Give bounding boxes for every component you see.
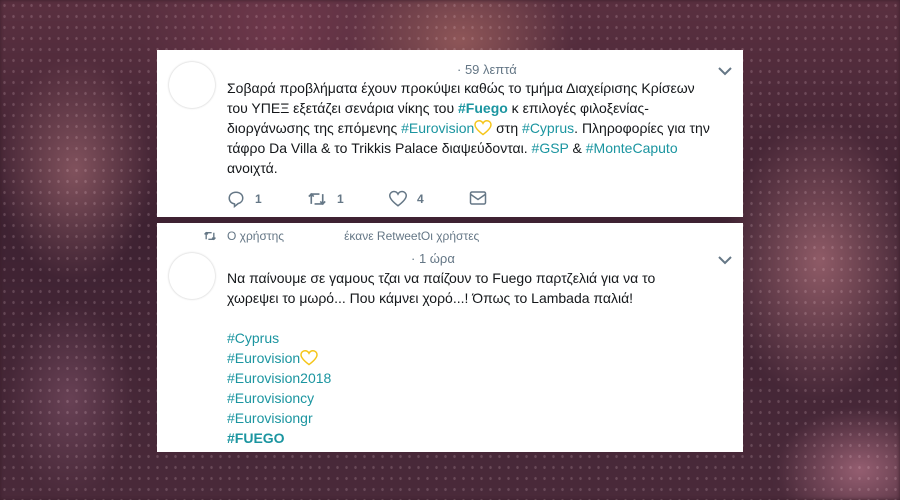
text-line: ανοιχτά. bbox=[227, 160, 278, 176]
reply-count: 1 bbox=[255, 192, 262, 206]
tweet-text: Να παίνουμε σε γαμους τζαι να παίζουν το… bbox=[227, 268, 727, 308]
caret-down-icon[interactable] bbox=[717, 254, 733, 266]
retweet-icon bbox=[204, 231, 216, 241]
yellow-heart-icon bbox=[300, 350, 318, 366]
hashtag-eurovisiongr[interactable]: #Eurovisiongr bbox=[227, 410, 313, 426]
hashtag-list: #Cyprus #Eurovision #Eurovision2018 #Eur… bbox=[227, 328, 331, 448]
tweet-card-2[interactable]: Ο χρήστης έκανε RetweetΟι χρήστες · 1 ώρ… bbox=[157, 223, 743, 452]
hashtag-eurovision[interactable]: #Eurovision bbox=[401, 120, 474, 136]
like-button[interactable]: 4 bbox=[389, 190, 424, 208]
caret-down-icon[interactable] bbox=[717, 65, 733, 77]
avatar[interactable] bbox=[169, 253, 215, 299]
hashtag-cyprus[interactable]: #Cyprus bbox=[522, 120, 574, 136]
tweet-card-1[interactable]: · 59 λεπτά Σοβαρά προβλήματα έχουν προκύ… bbox=[157, 50, 743, 217]
retweet-context: Ο χρήστης έκανε RetweetΟι χρήστες bbox=[203, 229, 479, 243]
direct-message-icon bbox=[469, 191, 487, 205]
text-segment: διοργάνωσης της επόμενης bbox=[227, 120, 402, 136]
retweet-text-2: έκανε RetweetΟι χρήστες bbox=[344, 229, 480, 243]
retweet-button[interactable]: 1 bbox=[307, 190, 344, 208]
hashtag-fuego[interactable]: #FUEGO bbox=[227, 430, 285, 446]
tweet-timestamp[interactable]: · 1 ώρα bbox=[411, 251, 455, 266]
text-line: Σοβαρά προβλήματα έχουν προκύψει καθώς τ… bbox=[227, 80, 695, 96]
text-segment: . Πληροφορίες για την bbox=[574, 120, 710, 136]
tweet-timestamp[interactable]: · 59 λεπτά bbox=[457, 62, 517, 77]
hashtag-fuego[interactable]: #Fuego bbox=[458, 100, 508, 116]
retweet-count: 1 bbox=[337, 192, 344, 206]
yellow-heart-icon bbox=[474, 120, 493, 136]
hashtag-montecaputo[interactable]: #MonteCaputo bbox=[586, 140, 678, 156]
text-segment: του ΥΠΕΞ εξετάζει σενάρια νίκης του bbox=[227, 100, 459, 116]
retweet-text: Ο χρήστης bbox=[227, 229, 285, 243]
hashtag-gsp[interactable]: #GSP bbox=[532, 140, 569, 156]
avatar[interactable] bbox=[169, 62, 215, 108]
reply-icon bbox=[228, 191, 244, 208]
like-count: 4 bbox=[417, 192, 424, 206]
hashtag-eurovision[interactable]: #Eurovision bbox=[227, 350, 300, 366]
text-segment: & bbox=[568, 140, 586, 156]
hashtag-eurovisioncy[interactable]: #Eurovisioncy bbox=[227, 390, 314, 406]
like-icon bbox=[389, 190, 407, 207]
reply-button[interactable]: 1 bbox=[227, 190, 262, 208]
text-segment: κ επιλογές φιλοξενίας- bbox=[507, 100, 649, 116]
text-line: Να παίνουμε σε γαμους τζαι να παίζουν το… bbox=[227, 270, 656, 286]
direct-message-button[interactable] bbox=[469, 190, 487, 206]
text-segment: στη bbox=[492, 120, 523, 136]
hashtag-eurovision2018[interactable]: #Eurovision2018 bbox=[227, 370, 331, 386]
text-segment: τάφρο Da Villa & το Trikkis Palace διαψε… bbox=[227, 140, 532, 156]
text-line: χωρεψει το μωρό... Που κάμνει χορό...! Ό… bbox=[227, 290, 634, 306]
hashtag-cyprus[interactable]: #Cyprus bbox=[227, 330, 279, 346]
tweet-text: Σοβαρά προβλήματα έχουν προκύψει καθώς τ… bbox=[227, 78, 727, 178]
retweet-icon bbox=[308, 192, 326, 206]
